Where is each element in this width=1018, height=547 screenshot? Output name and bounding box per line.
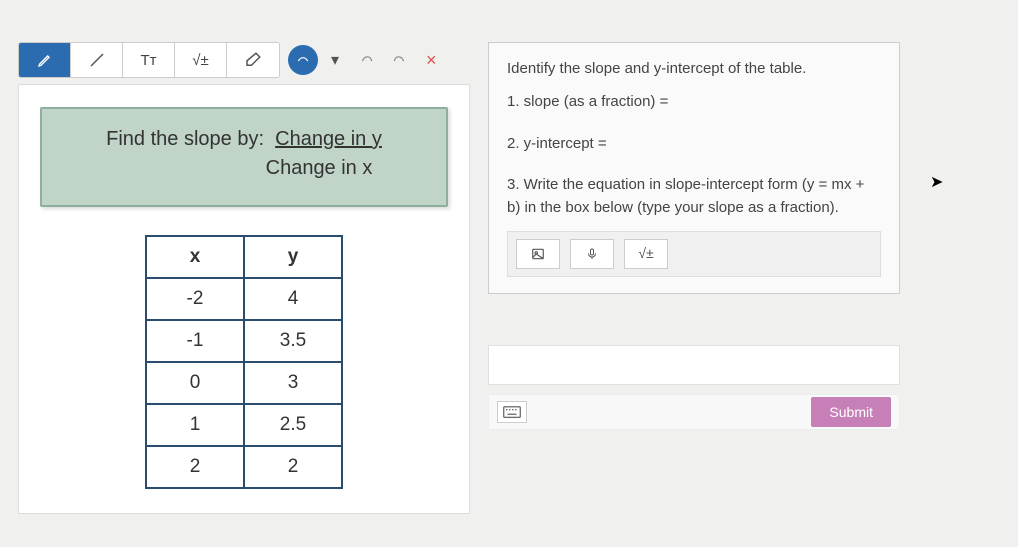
text-tool[interactable]: Tᴛ <box>123 43 175 77</box>
dropdown-toggle[interactable]: ▾ <box>324 45 346 75</box>
cursor-icon: ➤ <box>930 172 943 192</box>
eraser-tool[interactable] <box>227 43 279 77</box>
table-row: -13.5 <box>146 320 342 362</box>
table-row: 03 <box>146 362 342 404</box>
math-tool[interactable]: √± <box>175 43 227 77</box>
question-1: 1. slope (as a fraction) = <box>507 90 881 113</box>
toolbar-misc: ▾ × <box>324 45 437 75</box>
answer-tools: √± <box>507 231 881 277</box>
undo-button[interactable] <box>356 45 378 75</box>
drawing-toolbar: Tᴛ √± ▾ × <box>18 42 437 78</box>
table-row: 22 <box>146 446 342 488</box>
math-input-tool[interactable]: √± <box>624 239 668 269</box>
col-header-y: y <box>244 236 342 278</box>
keyboard-button[interactable] <box>497 401 527 423</box>
question-3: 3. Write the equation in slope-intercept… <box>507 173 881 220</box>
answer-input[interactable] <box>488 345 900 385</box>
submit-button[interactable]: Submit <box>811 397 891 427</box>
image-tool[interactable] <box>516 239 560 269</box>
problem-canvas: Find the slope by: Change in y Change in… <box>18 84 470 514</box>
mic-tool[interactable] <box>570 239 614 269</box>
hint-numerator: Change in y <box>275 128 382 150</box>
xy-table: x y -24 -13.5 03 12.5 22 <box>145 235 343 489</box>
question-intro: Identify the slope and y-intercept of th… <box>507 57 881 80</box>
color-picker[interactable] <box>288 45 318 75</box>
question-panel: Identify the slope and y-intercept of th… <box>488 42 900 294</box>
table-row: -24 <box>146 278 342 320</box>
table-row: 12.5 <box>146 404 342 446</box>
redo-button[interactable] <box>388 45 410 75</box>
hint-denominator: Change in x <box>266 157 373 179</box>
slope-hint: Find the slope by: Change in y Change in… <box>40 107 448 207</box>
hint-prefix: Find the slope by: <box>106 128 264 150</box>
pen-tool[interactable] <box>19 43 71 77</box>
submit-row: Submit <box>488 394 900 430</box>
col-header-x: x <box>146 236 244 278</box>
close-button[interactable]: × <box>426 50 437 71</box>
tool-group: Tᴛ √± <box>18 42 280 78</box>
line-tool[interactable] <box>71 43 123 77</box>
question-2: 2. y-intercept = <box>507 132 881 155</box>
